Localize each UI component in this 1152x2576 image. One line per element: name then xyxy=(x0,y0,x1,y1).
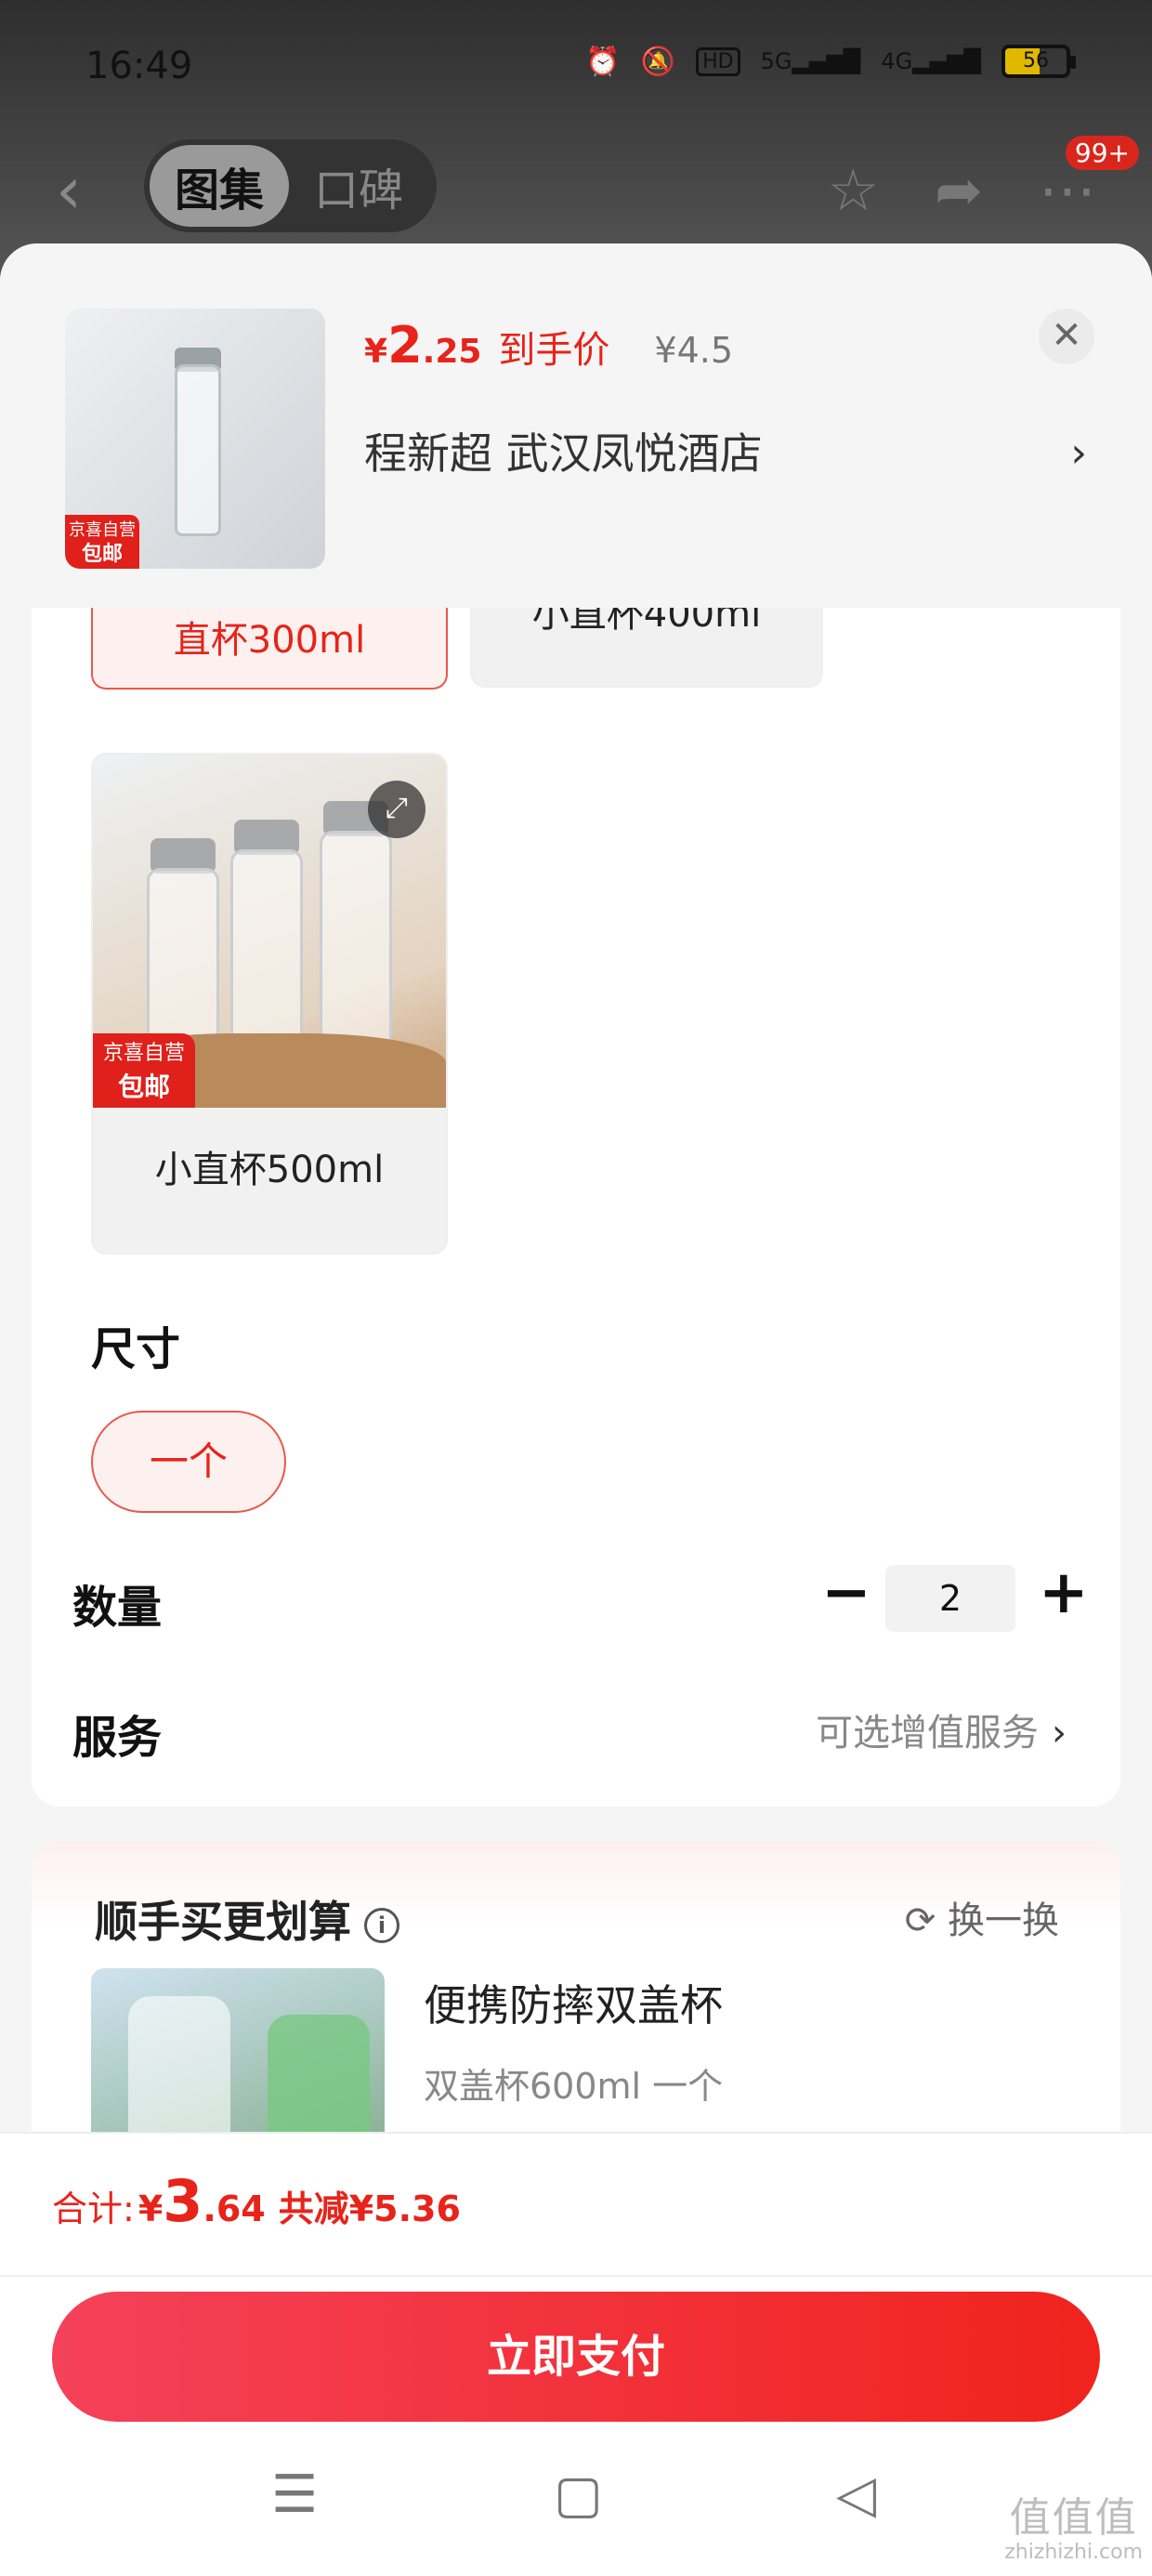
quantity-input[interactable]: 2 xyxy=(885,1565,1015,1632)
home-icon[interactable]: ▢ xyxy=(554,2464,603,2525)
net-label-4g: 4G xyxy=(881,48,913,74)
price-int: 2 xyxy=(387,316,423,375)
total-row: 合计: ¥ 3 .64 共减¥5.36 xyxy=(52,2167,461,2235)
shop-address[interactable]: 程新超 武汉凤悦酒店 xyxy=(364,420,763,481)
price-dec: .25 xyxy=(422,333,482,371)
message-badge: 99+ xyxy=(1065,136,1139,170)
option-500ml-image: ⤢ 京喜自营 包邮 xyxy=(93,755,446,1108)
battery-icon: 56 xyxy=(1001,45,1076,78)
hd-icon: HD xyxy=(696,46,740,76)
expand-icon[interactable]: ⤢ xyxy=(368,781,425,838)
service-link[interactable]: 可选增值服务 › xyxy=(816,1702,1067,1756)
watermark-top: 值值值 xyxy=(1009,2494,1138,2542)
deal-product-name[interactable]: 便携防摔双盖杯 xyxy=(424,1972,723,2033)
thumb-tag-line1: 京喜自营 xyxy=(69,520,136,540)
tab-reviews[interactable]: 口碑 xyxy=(289,145,428,227)
deal-title-text: 顺手买更划算 xyxy=(95,1897,351,1947)
quantity-plus-button[interactable]: + xyxy=(1039,1556,1089,1630)
net-label-5g: 5G xyxy=(760,48,792,74)
favorite-star-icon[interactable]: ☆ xyxy=(827,156,879,224)
back-arrow-icon[interactable]: ‹ xyxy=(56,158,82,223)
top-nav: ‹ 图集 口碑 ☆ ➦ ⋯ 99+ xyxy=(0,136,1152,242)
total-yen: ¥ xyxy=(137,2188,164,2229)
tag-line1: 京喜自营 xyxy=(102,1042,185,1065)
nav-actions: ☆ ➦ ⋯ xyxy=(827,156,1096,224)
watermark-logo: 值值值 zhizhizhi.com xyxy=(1004,2496,1143,2565)
info-icon[interactable]: i xyxy=(364,1907,399,1943)
jd-self-operated-tag: 京喜自营 包邮 xyxy=(93,1033,195,1108)
share-icon[interactable]: ➦ xyxy=(935,156,983,224)
divider xyxy=(0,2275,1152,2277)
swap-label: 换一换 xyxy=(948,1899,1059,1942)
price-yen: ¥ xyxy=(364,333,388,371)
size-option-one[interactable]: 一个 xyxy=(91,1411,286,1513)
total-label: 合计: xyxy=(52,2188,135,2229)
menu-icon[interactable]: ☰ xyxy=(271,2464,318,2525)
deal-title: 顺手买更划算 i xyxy=(95,1888,399,1950)
refresh-icon: ⟳ xyxy=(904,1899,936,1942)
close-icon[interactable]: ✕ xyxy=(1039,309,1094,364)
product-thumbnail: 京喜自营 包邮 xyxy=(65,309,325,569)
chevron-right-icon: › xyxy=(1052,1712,1067,1755)
system-nav-bar: ☰ ▢ ◁ xyxy=(0,2455,1152,2557)
status-bar: 16:49 ⏰ 🔕 HD 5G▂▄▆█ 4G▂▄▆█ 56 xyxy=(0,0,1152,139)
back-triangle-icon[interactable]: ◁ xyxy=(836,2464,876,2525)
total-saving: 共减¥5.36 xyxy=(278,2188,461,2229)
sku-bottom-sheet: 【军训必备】小直杯300ml 小直杯400ml ⤢ 京喜自营 包邮 小直杯500… xyxy=(0,243,1152,2576)
final-price-label: 到手价 xyxy=(498,329,610,372)
swap-button[interactable]: ⟳ 换一换 xyxy=(905,1890,1059,1944)
service-link-label: 可选增值服务 xyxy=(816,1712,1039,1755)
tab-gallery[interactable]: 图集 xyxy=(150,145,289,227)
final-price: ¥2.25 xyxy=(364,316,481,375)
5g-signal-icon: 5G▂▄▆█ xyxy=(760,48,861,74)
price-row: ¥2.25 到手价 ¥4.5 xyxy=(364,316,733,375)
product-header: 京喜自营 包邮 ¥2.25 到手价 ¥4.5 程新超 武汉凤悦酒店 › ✕ xyxy=(0,243,1152,608)
original-price: ¥4.5 xyxy=(654,330,734,371)
size-title: 尺寸 xyxy=(91,1323,181,1375)
service-title: 服务 xyxy=(72,1712,163,1764)
pay-now-button[interactable]: 立即支付 xyxy=(52,2292,1100,2422)
status-time: 16:49 xyxy=(85,45,193,87)
alarm-icon: ⏰ xyxy=(585,45,621,78)
mute-icon: 🔕 xyxy=(640,45,676,78)
deal-product-spec: 双盖杯600ml 一个 xyxy=(424,2066,724,2107)
quantity-title: 数量 xyxy=(72,1582,163,1634)
quantity-minus-button[interactable]: − xyxy=(821,1556,871,1630)
thumb-tag-line2: 包邮 xyxy=(81,543,123,566)
watermark-bottom: zhizhizhi.com xyxy=(1004,2541,1143,2564)
tag-line2: 包邮 xyxy=(117,1071,170,1102)
jd-self-operated-tag: 京喜自营 包邮 xyxy=(65,515,139,569)
chevron-right-icon[interactable]: › xyxy=(1070,429,1087,477)
option-500ml-label: 小直杯500ml xyxy=(154,1149,385,1191)
gallery-review-switch: 图集 口碑 xyxy=(144,139,437,232)
total-int: 3 xyxy=(163,2167,203,2235)
option-500ml[interactable]: ⤢ 京喜自营 包邮 小直杯500ml xyxy=(91,753,448,1255)
total-dec: .64 xyxy=(203,2188,266,2229)
4g-signal-icon: 4G▂▄▆█ xyxy=(881,48,981,74)
status-icons: ⏰ 🔕 HD 5G▂▄▆█ 4G▂▄▆█ 56 xyxy=(585,45,1076,78)
